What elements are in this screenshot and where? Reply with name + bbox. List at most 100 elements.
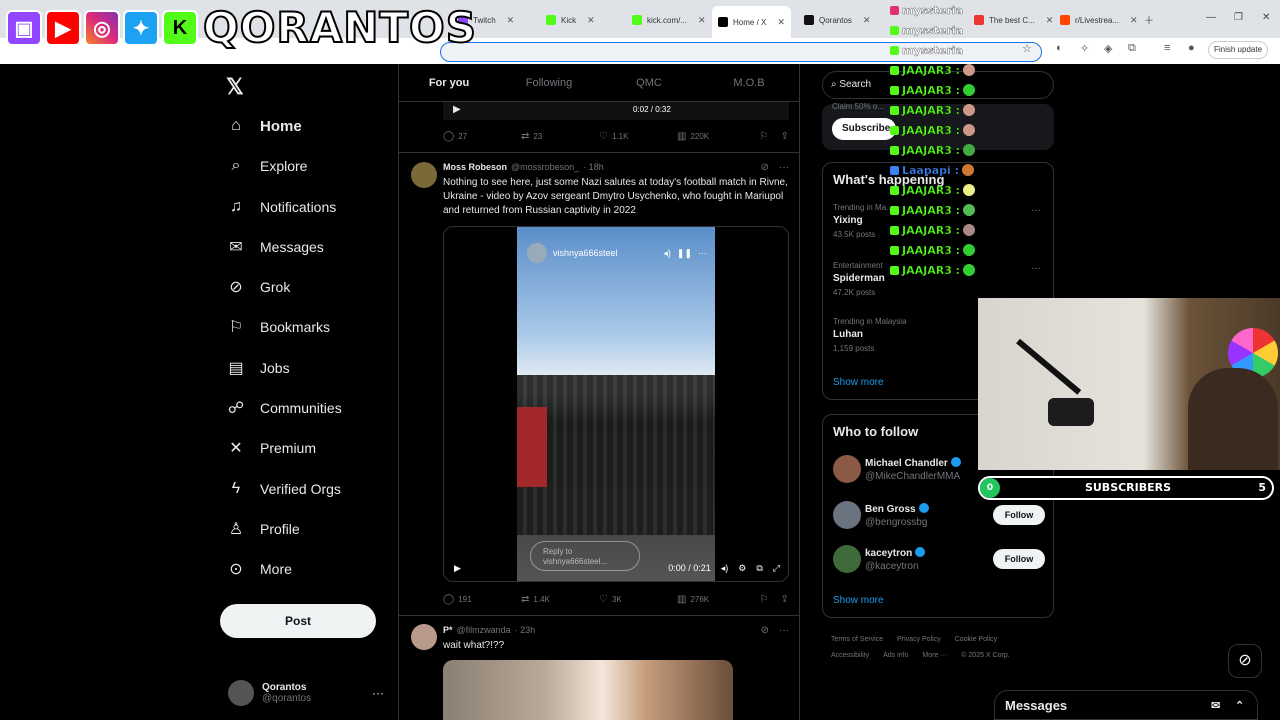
new-message-icon[interactable]: ✉ — [1211, 691, 1220, 720]
views-button[interactable]: ▥ 276K — [677, 594, 755, 605]
tab-mob[interactable]: M.O.B — [699, 64, 799, 101]
footer-link[interactable]: Cookie Policy — [955, 636, 997, 643]
more-icon[interactable]: ··· — [779, 625, 789, 636]
more-icon[interactable]: ··· — [1031, 263, 1041, 274]
new-tab-icon[interactable]: ＋ — [1144, 12, 1154, 27]
volume-icon[interactable]: ◂) — [663, 248, 671, 259]
share-icon[interactable]: ⇪ — [781, 131, 789, 142]
author-handle[interactable]: @mossrobeson_ — [511, 162, 579, 173]
settings-icon[interactable]: ⚙ — [738, 563, 746, 574]
grok-icon[interactable]: ⊘ — [761, 162, 769, 173]
tab-home-x[interactable]: Home / X ✕ — [712, 6, 791, 38]
nav-notifications[interactable]: ♫ Notifications — [226, 193, 336, 221]
follow-button[interactable]: Follow — [993, 505, 1045, 525]
bookmark-icon[interactable]: ⚐ — [760, 131, 769, 142]
extension-icon[interactable]: ✧ — [1080, 42, 1089, 55]
footer-link[interactable]: Ads info — [883, 652, 908, 659]
nav-bookmarks[interactable]: ⚐ Bookmarks — [226, 313, 330, 341]
tweet-time[interactable]: · 18h — [583, 162, 604, 173]
nav-more[interactable]: ⊙ More — [226, 555, 292, 583]
footer-link[interactable]: Accessibility — [831, 652, 869, 659]
tab-following[interactable]: Following — [499, 64, 599, 101]
views-button[interactable]: ▥ 220K — [677, 131, 755, 142]
subscribe-button[interactable]: Subscribe — [832, 118, 896, 140]
tab-search-icon[interactable]: ≡ — [1164, 42, 1170, 54]
tab-qmc[interactable]: QMC — [599, 64, 699, 101]
play-icon[interactable]: ▶ — [454, 563, 461, 574]
minimize-icon[interactable]: — — [1206, 12, 1216, 23]
close-tab-icon[interactable]: ✕ — [863, 15, 871, 26]
more-icon[interactable]: ··· — [1031, 205, 1041, 216]
fullscreen-icon[interactable]: ⤢ — [773, 563, 780, 574]
puzzle-icon[interactable]: ⧉ — [1128, 42, 1136, 55]
profile-avatar-icon[interactable]: ● — [1188, 42, 1195, 54]
tweet-time[interactable]: · 23h — [515, 625, 536, 636]
nav-premium[interactable]: ✕ Premium — [226, 434, 316, 462]
nav-grok[interactable]: ⊘ Grok — [226, 273, 290, 301]
nav-profile[interactable]: ♙ Profile — [226, 515, 300, 543]
nav-verified-orgs[interactable]: ϟ Verified Orgs — [226, 475, 341, 503]
tab-kick[interactable]: Kick ✕ — [540, 8, 601, 32]
author-name[interactable]: Moss Robeson — [443, 162, 507, 173]
follow-button[interactable]: Follow — [993, 549, 1045, 569]
tab-livestreams[interactable]: r/Livestrea... ✕ — [1054, 8, 1144, 32]
show-more-link[interactable]: Show more — [833, 377, 884, 388]
more-icon[interactable]: ··· — [779, 162, 789, 173]
star-icon[interactable]: ☆ — [1022, 42, 1032, 55]
share-icon[interactable]: ⇪ — [781, 594, 789, 605]
messages-drawer[interactable]: Messages ✉ ⌃ — [994, 690, 1258, 720]
repost-button[interactable]: ⇄ 23 — [521, 131, 599, 142]
close-tab-icon[interactable]: ✕ — [1130, 15, 1138, 26]
picture-in-picture-icon[interactable]: ⧉ — [756, 563, 762, 574]
post-button[interactable]: Post — [220, 604, 376, 638]
like-button[interactable]: ♡ 3K — [599, 594, 677, 605]
nav-home[interactable]: ⌂ Home — [226, 112, 302, 140]
play-icon[interactable]: ▶ — [453, 104, 461, 115]
maximize-icon[interactable]: ❐ — [1234, 12, 1243, 23]
author-handle[interactable]: @filmzwanda — [457, 625, 511, 636]
follow-suggestion[interactable]: Ben Gross @bengrossbg Follow — [833, 501, 1045, 533]
grok-icon[interactable]: ⊘ — [761, 625, 769, 636]
reply-button[interactable]: ◯ 27 — [443, 131, 521, 142]
like-button[interactable]: ♡ 1.1K — [599, 131, 677, 142]
tab-kick-2[interactable]: kick.com/... ✕ — [626, 8, 712, 32]
avatar[interactable] — [411, 162, 437, 188]
nav-explore[interactable]: ⌕ Explore — [226, 152, 308, 180]
more-icon[interactable]: ··· — [698, 248, 707, 258]
x-logo-icon[interactable]: 𝕏 — [226, 74, 244, 100]
nav-messages[interactable]: ✉ Messages — [226, 233, 324, 261]
avatar[interactable] — [411, 624, 437, 650]
author-name[interactable]: P* — [443, 625, 453, 636]
tab-qorantos[interactable]: Qorantos ✕ — [798, 8, 876, 32]
repost-button[interactable]: ⇄ 1.4K — [521, 594, 599, 605]
expand-icon[interactable]: ⌃ — [1235, 691, 1244, 720]
video-player[interactable]: ▶ 0:02 / 0:32 — [443, 102, 789, 120]
extension-icon[interactable]: ◈ — [1104, 42, 1112, 55]
tweet-image[interactable] — [443, 660, 733, 720]
finish-update-button[interactable]: Finish update — [1208, 41, 1268, 59]
footer-link[interactable]: Terms of Service — [831, 636, 883, 643]
volume-icon[interactable]: ◂) — [721, 563, 729, 574]
bookmark-icon[interactable]: ⚐ — [760, 594, 769, 605]
close-tab-icon[interactable]: ✕ — [587, 15, 595, 26]
footer-link[interactable]: Privacy Policy — [897, 636, 941, 643]
tab-for-you[interactable]: For you — [399, 64, 499, 101]
close-tab-icon[interactable]: ✕ — [698, 15, 706, 26]
close-tab-icon[interactable]: ✕ — [1046, 15, 1054, 26]
close-window-icon[interactable]: ✕ — [1262, 12, 1270, 23]
nav-communities[interactable]: ☍ Communities — [226, 394, 342, 422]
close-tab-icon[interactable]: ✕ — [507, 15, 515, 26]
account-more-icon[interactable]: ··· — [372, 686, 384, 700]
extension-icon[interactable]: ◐ — [1056, 42, 1063, 54]
nav-jobs[interactable]: ▤ Jobs — [226, 354, 289, 382]
pause-icon[interactable]: ❚❚ — [677, 248, 692, 259]
follow-suggestion[interactable]: kaceytron @kaceytron Follow — [833, 545, 1045, 577]
grok-button[interactable]: ⊘ — [1228, 644, 1262, 678]
footer-link[interactable]: More ··· — [922, 652, 947, 659]
account-switcher[interactable]: Qorantos @qorantos — [228, 680, 311, 706]
close-tab-icon[interactable]: ✕ — [777, 17, 785, 28]
reply-button[interactable]: ◯ 191 — [443, 594, 521, 605]
show-more-link[interactable]: Show more — [833, 595, 884, 606]
video-player[interactable]: vishnya666steel ◂) ❚❚ ··· Reply to vishn… — [443, 226, 789, 582]
tab-best[interactable]: The best C... ✕ — [968, 8, 1059, 32]
